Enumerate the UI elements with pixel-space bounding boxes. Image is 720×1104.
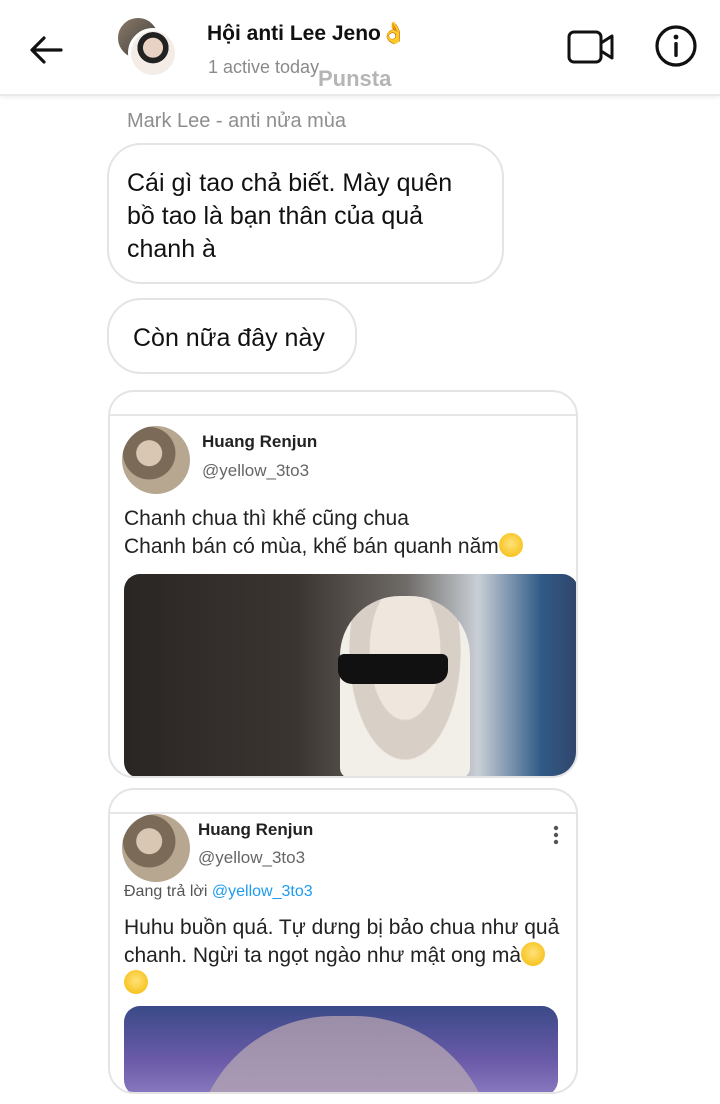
pleading-emoji-icon <box>124 970 148 994</box>
post-line: Chanh chua thì khế cũng chua <box>124 507 409 530</box>
message-text: Còn nữa đây này <box>133 324 325 352</box>
reply-prefix: Đang trả lời <box>124 883 208 900</box>
post-image[interactable] <box>124 1006 558 1092</box>
author-avatar <box>122 426 190 494</box>
person-hair <box>194 1016 494 1092</box>
card-divider <box>110 812 576 814</box>
author-handle: @yellow_3to3 <box>202 461 310 480</box>
person-figure <box>340 596 470 776</box>
message-text: Cái gì tao chả biết. Mày quên bồ tao là … <box>127 169 453 263</box>
active-status: 1 active today <box>208 57 320 77</box>
arrow-left-icon <box>30 36 63 64</box>
chat-header: Hội anti Lee Jeno👌 1 active today Punsta <box>0 0 720 96</box>
pleading-emoji-icon <box>521 942 546 966</box>
back-button[interactable] <box>22 26 70 74</box>
author-name: Huang Renjun <box>198 820 314 839</box>
author-avatar <box>122 814 190 882</box>
post-text: Chanh chua thì khế cũng chua Chanh bán c… <box>124 505 574 561</box>
sunglasses <box>338 654 448 684</box>
video-call-button[interactable] <box>566 26 616 68</box>
vertical-dots-icon <box>553 825 559 845</box>
post-image[interactable] <box>124 574 576 776</box>
member-avatar-front <box>128 28 178 78</box>
group-avatar[interactable] <box>116 16 180 80</box>
message-bubble[interactable]: Còn nữa đây này <box>107 298 357 374</box>
info-button[interactable] <box>654 24 698 68</box>
reply-handle-link[interactable]: @yellow_3to3 <box>212 883 313 900</box>
author-name: Huang Renjun <box>202 432 318 451</box>
shared-post-card[interactable]: Huang Renjun @yellow_3to3 Đang trả lời @… <box>108 788 578 1094</box>
post-text: Huhu buồn quá. Tự dưng bị bảo chua như q… <box>124 914 574 998</box>
watermark: Punsta <box>318 66 392 91</box>
more-options-button[interactable] <box>550 824 562 846</box>
group-title[interactable]: Hội anti Lee Jeno👌 <box>207 22 407 46</box>
smirk-emoji-icon <box>498 533 523 557</box>
author-handle: @yellow_3to3 <box>198 848 306 867</box>
post-line-with-emoji: Chanh bán có mùa, khế bán quanh năm <box>124 533 574 561</box>
post-line: Chanh bán có mùa, khế bán quanh năm <box>124 535 499 558</box>
shared-post-card[interactable]: Huang Renjun @yellow_3to3 Chanh chua thì… <box>108 390 578 778</box>
reply-context: Đang trả lời @yellow_3to3 <box>124 883 313 901</box>
info-icon <box>655 25 697 67</box>
message-bubble[interactable]: Cái gì tao chả biết. Mày quên bồ tao là … <box>107 143 504 284</box>
sender-name: Mark Lee - anti nửa mùa <box>127 110 347 132</box>
video-camera-icon <box>567 30 614 64</box>
post-body: Huhu buồn quá. Tự dưng bị bảo chua như q… <box>124 916 560 967</box>
card-divider <box>110 414 576 416</box>
